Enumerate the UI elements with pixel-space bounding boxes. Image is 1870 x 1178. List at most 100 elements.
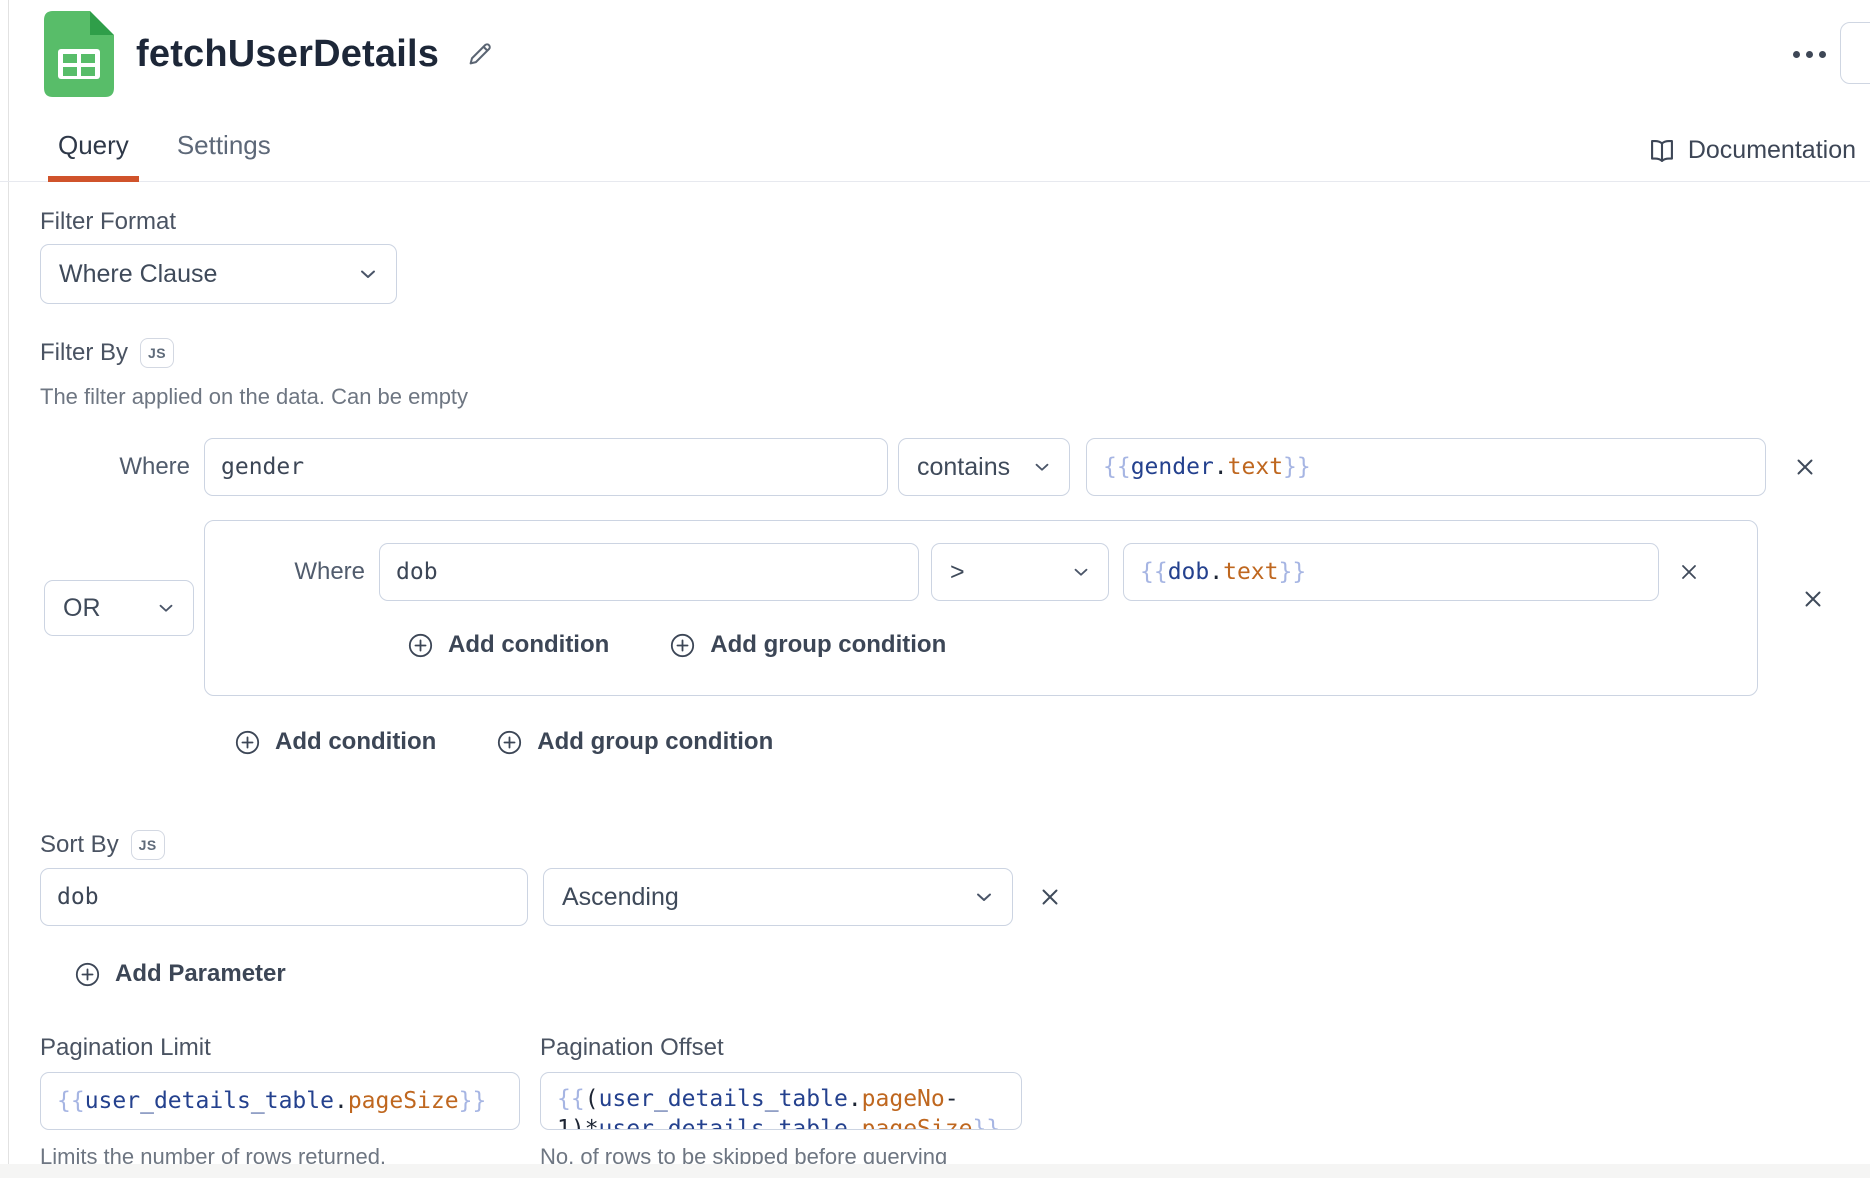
filter-operator-select[interactable]: contains (898, 438, 1070, 496)
sort-by-js-toggle[interactable]: JS (131, 830, 165, 860)
documentation-link[interactable]: Documentation (1648, 136, 1856, 181)
group-logic-select[interactable]: OR (44, 580, 194, 636)
code-token: user_details_table (599, 1116, 848, 1130)
delete-group-button[interactable] (1800, 586, 1826, 612)
dot-icon (1819, 51, 1826, 58)
sort-column-input[interactable]: dob (40, 868, 528, 926)
book-icon (1648, 137, 1676, 165)
edit-name-button[interactable] (465, 39, 495, 69)
pagination-limit-input[interactable]: {{user_details_table.pageSize}} (40, 1072, 520, 1130)
group-operator-select[interactable]: > (931, 543, 1109, 601)
code-token: {{ (57, 1088, 85, 1114)
group-add-group-condition-button[interactable]: Add group condition (669, 631, 946, 659)
chevron-down-icon (155, 597, 177, 619)
code-token: }} (972, 1116, 1000, 1130)
query-form: Filter Format Where Clause Filter By JS … (0, 208, 1870, 1170)
add-parameter-label: Add Parameter (115, 960, 286, 988)
code-token: pageNo (862, 1086, 945, 1112)
sort-by-label-row: Sort By JS (40, 830, 1870, 860)
group-add-condition-button[interactable]: Add condition (407, 631, 609, 659)
filter-by-helper: The filter applied on the data. Can be e… (40, 384, 1870, 410)
plus-circle-icon (74, 961, 101, 988)
code-token: }} (1283, 454, 1311, 480)
chevron-down-icon (356, 262, 380, 286)
code-line: {{(user_details_table.pageNo- (557, 1084, 1005, 1114)
dot-icon (1793, 51, 1800, 58)
filter-by-label: Filter By (40, 339, 128, 367)
plus-circle-icon (234, 729, 261, 756)
more-options-button[interactable] (1793, 51, 1826, 58)
close-icon (1677, 560, 1701, 584)
add-condition-label: Add condition (448, 631, 609, 659)
filter-add-buttons: Add condition Add group condition (234, 728, 1870, 756)
close-icon (1792, 454, 1818, 480)
add-group-condition-label: Add group condition (710, 631, 946, 659)
edge-partial-button[interactable] (1840, 22, 1870, 84)
code-token: ( (585, 1086, 599, 1112)
tab-settings-label: Settings (177, 130, 271, 160)
code-token: . (848, 1116, 862, 1130)
code-token: {{ (1140, 559, 1168, 585)
query-editor-panel: fetchUserDetails Query Settings (0, 0, 1870, 1178)
code-line: 1)*user_details_table.pageSize}} (557, 1114, 1005, 1130)
add-group-condition-label: Add group condition (537, 728, 773, 756)
filter-by-label-row: Filter By JS (40, 338, 1870, 368)
group-condition-row: Where dob > {{dob.text}} (205, 543, 1757, 601)
group-operator-value: > (950, 558, 965, 587)
chevron-down-icon (1070, 561, 1092, 583)
code-token: user_details_table (599, 1086, 848, 1112)
tab-query-label: Query (58, 130, 129, 160)
add-condition-button[interactable]: Add condition (234, 728, 436, 756)
filter-by-js-toggle[interactable]: JS (140, 338, 174, 368)
delete-sort-button[interactable] (1037, 884, 1063, 910)
filter-format-select[interactable]: Where Clause (40, 244, 397, 304)
code-token: 1)* (557, 1116, 599, 1130)
code-token: user_details_table (85, 1088, 334, 1114)
code-token: . (1214, 454, 1228, 480)
sort-order-value: Ascending (562, 883, 679, 912)
group-value-input[interactable]: {{dob.text}} (1123, 543, 1659, 601)
add-group-condition-button[interactable]: Add group condition (496, 728, 773, 756)
filter-value-input[interactable]: {{gender.text}} (1086, 438, 1766, 496)
filter-format-value: Where Clause (59, 260, 217, 289)
sort-column-value: dob (57, 884, 99, 910)
delete-group-condition-button[interactable] (1677, 560, 1701, 584)
code-token: . (1209, 559, 1223, 585)
pagination-section: Pagination Limit {{user_details_table.pa… (40, 1034, 1870, 1170)
filter-column-input[interactable]: gender (204, 438, 888, 496)
sort-row: dob Ascending (40, 868, 1870, 926)
code-token: pageSize (862, 1116, 973, 1130)
group-column-input[interactable]: dob (379, 543, 919, 601)
chevron-down-icon (972, 885, 996, 909)
bottom-panel-edge (0, 1164, 1870, 1178)
pagination-limit-field: Pagination Limit {{user_details_table.pa… (40, 1034, 520, 1170)
filter-operator-value: contains (917, 453, 1010, 482)
close-icon (1037, 884, 1063, 910)
dot-icon (1806, 51, 1813, 58)
pagination-offset-input[interactable]: {{(user_details_table.pageNo- 1)*user_de… (540, 1072, 1022, 1130)
code-token: gender (1131, 454, 1214, 480)
code-token: {{ (557, 1086, 585, 1112)
add-parameter-button[interactable]: Add Parameter (74, 960, 286, 988)
pencil-icon (465, 39, 495, 69)
query-title: fetchUserDetails (136, 33, 439, 76)
sort-order-select[interactable]: Ascending (543, 868, 1013, 926)
pagination-offset-field: Pagination Offset {{(user_details_table.… (540, 1034, 1022, 1170)
code-token: - (945, 1086, 959, 1112)
tab-bar: Query Settings Documentation (0, 98, 1870, 182)
filter-column-value: gender (221, 454, 304, 480)
code-token: }} (1279, 559, 1307, 585)
documentation-label: Documentation (1688, 136, 1856, 165)
query-header: fetchUserDetails (0, 0, 1870, 98)
plus-circle-icon (669, 632, 696, 659)
pagination-limit-label: Pagination Limit (40, 1034, 520, 1062)
plus-circle-icon (407, 632, 434, 659)
delete-condition-button[interactable] (1792, 454, 1818, 480)
plus-circle-icon (496, 729, 523, 756)
group-add-buttons: Add condition Add group condition (407, 631, 1757, 659)
code-token: text (1223, 559, 1278, 585)
tab-query[interactable]: Query (48, 130, 139, 181)
code-token: . (848, 1086, 862, 1112)
tab-settings[interactable]: Settings (167, 130, 281, 181)
code-token: pageSize (348, 1088, 459, 1114)
